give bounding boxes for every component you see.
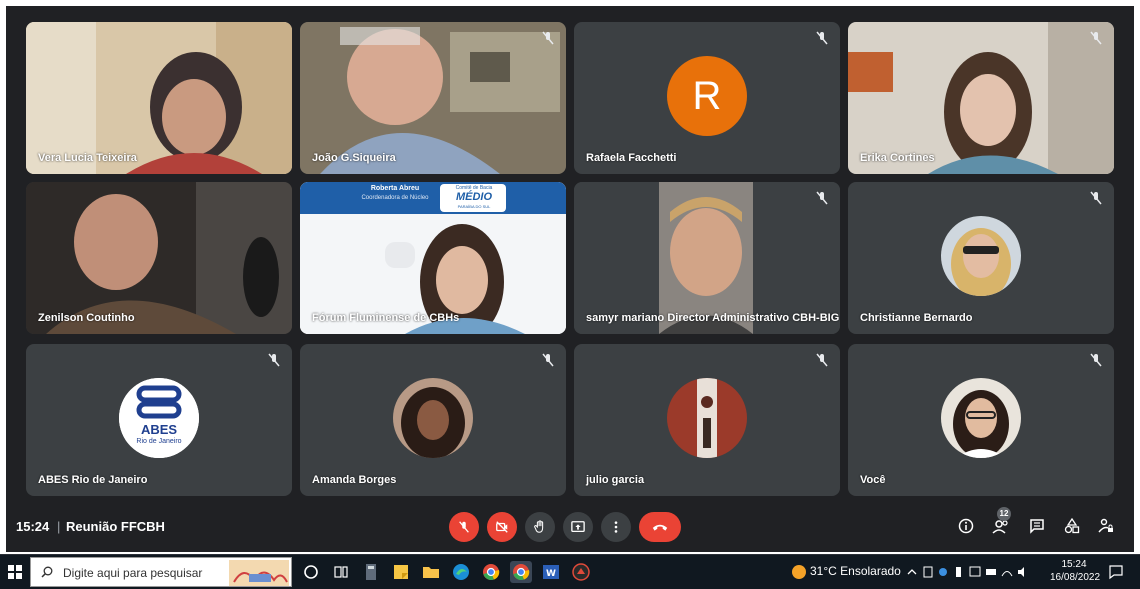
participant-tile[interactable]: Amanda Borges: [300, 344, 566, 496]
search-icon: [41, 566, 53, 578]
participant-name: Amanda Borges: [312, 474, 397, 486]
host-controls-button[interactable]: [1095, 515, 1117, 537]
abes-logo-sub: Rio de Janeiro: [136, 438, 182, 445]
weather-sun-icon: [792, 565, 806, 579]
meeting-time: 15:24: [16, 519, 50, 534]
meeting-controls-bar: 15:24 | Reunião FFCBH 12: [6, 502, 1134, 552]
participant-name: Erika Cortines: [860, 152, 935, 164]
avatar: [941, 216, 1021, 296]
chat-icon: [1030, 519, 1044, 534]
slide-presenter-role: Coordenadora de Núcleo: [361, 195, 429, 201]
search-placeholder: Digite aqui para pesquisar: [63, 566, 203, 580]
hang-up-icon: [652, 524, 668, 531]
participant-name: Zenilson Coutinho: [38, 312, 135, 324]
notification-icon[interactable]: [1108, 564, 1124, 580]
activities-button[interactable]: [1061, 515, 1083, 537]
mic-off-icon: [816, 31, 828, 45]
svg-text:W: W: [546, 569, 556, 579]
slide-presenter-name: Roberta Abreu: [370, 185, 420, 192]
participant-tile[interactable]: Roberta Abreu Coordenadora de Núcleo Com…: [300, 182, 566, 334]
leave-call-button[interactable]: [639, 512, 681, 542]
participant-tile[interactable]: julio garcia: [574, 344, 840, 496]
present-icon: [571, 521, 585, 533]
chrome-browser-icon[interactable]: [480, 561, 502, 583]
sticky-notes-icon[interactable]: [390, 561, 412, 583]
mic-toggle-button[interactable]: [449, 512, 479, 542]
mic-off-icon: [542, 353, 554, 367]
participant-name: João G.Siqueira: [312, 152, 396, 164]
app-icon[interactable]: [570, 561, 592, 583]
mic-off-icon: [1090, 31, 1102, 45]
participant-name: Christianne Bernardo: [860, 312, 973, 324]
hand-icon: [534, 520, 544, 533]
participant-tile[interactable]: João G.Siqueira: [300, 22, 566, 174]
file-explorer-icon[interactable]: [420, 561, 442, 583]
clock-date: 16/08/2022: [1050, 572, 1101, 583]
mic-off-icon: [1090, 353, 1102, 367]
more-vert-icon: [614, 521, 618, 533]
people-button[interactable]: 12: [990, 507, 1012, 537]
avatar: [667, 378, 747, 458]
mic-off-icon: [1090, 191, 1102, 205]
participant-name: Vera Lucia Teixeira: [38, 152, 137, 164]
participant-tile[interactable]: Vera Lucia Teixeira: [26, 22, 292, 174]
windows-taskbar: Digite aqui para pesquisar W 31°C Ensola…: [0, 554, 1140, 589]
participant-tile[interactable]: Você: [848, 344, 1114, 496]
edge-browser-icon[interactable]: [450, 561, 472, 583]
present-screen-button[interactable]: [563, 512, 593, 542]
raise-hand-button[interactable]: [525, 512, 555, 542]
taskbar-clock[interactable]: 15:24 16/08/2022: [1050, 558, 1101, 584]
participant-tile[interactable]: samyr mariano Director Administrativo CB…: [574, 182, 840, 334]
chevron-up-icon[interactable]: [906, 566, 918, 578]
mic-off-icon: [268, 353, 280, 367]
windows-start-icon[interactable]: [8, 565, 22, 579]
clock-time: 15:24: [1061, 559, 1087, 570]
separator: |: [57, 519, 61, 534]
mic-off-icon: [542, 31, 554, 45]
avatar: [393, 378, 473, 458]
info-icon: [958, 518, 974, 534]
meet-window: Vera Lucia Teixeira João G.Siqueira R Ra…: [6, 6, 1134, 552]
weather-text[interactable]: 31°C Ensolarado: [810, 564, 901, 578]
task-view-icon[interactable]: [330, 561, 352, 583]
participant-tile[interactable]: R Rafaela Facchetti: [574, 22, 840, 174]
avatar: R: [667, 56, 747, 136]
abes-logo-text: ABES: [140, 422, 178, 437]
abes-logo: ABES Rio de Janeiro: [119, 378, 199, 458]
mic-off-icon: [459, 521, 469, 533]
chat-button[interactable]: [1026, 515, 1048, 537]
calculator-icon[interactable]: [360, 561, 382, 583]
participant-name: Fórum Fluminense de CBHs: [312, 312, 460, 324]
participant-name: samyr mariano Director Administrativo CB…: [586, 312, 840, 324]
search-highlight-image: [229, 560, 289, 586]
mic-off-icon: [816, 353, 828, 367]
meeting-name: Reunião FFCBH: [66, 519, 165, 534]
participant-name: julio garcia: [586, 474, 645, 486]
participant-name: Rafaela Facchetti: [586, 152, 677, 164]
participant-tile[interactable]: Zenilson Coutinho: [26, 182, 292, 334]
participant-name: Você: [860, 474, 886, 486]
lock-person-icon: [1098, 518, 1113, 533]
camera-off-icon: [496, 521, 508, 533]
participant-tile[interactable]: Christianne Bernardo: [848, 182, 1114, 334]
participant-name: ABES Rio de Janeiro: [38, 474, 148, 486]
camera-toggle-button[interactable]: [487, 512, 517, 542]
system-tray-icons[interactable]: [922, 565, 1034, 579]
shapes-icon: [1064, 518, 1080, 534]
meeting-details-button[interactable]: [955, 515, 977, 537]
participant-tile[interactable]: Erika Cortines: [848, 22, 1114, 174]
chrome-active-icon[interactable]: [510, 561, 532, 583]
more-options-button[interactable]: [601, 512, 631, 542]
participant-tile[interactable]: ABES Rio de Janeiro ABES Rio de Janeiro: [26, 344, 292, 496]
mic-off-icon: [816, 191, 828, 205]
cortana-icon[interactable]: [300, 561, 322, 583]
word-icon[interactable]: W: [540, 561, 562, 583]
participant-count-badge: 12: [997, 507, 1011, 521]
avatar: [941, 378, 1021, 458]
slide-logo-sub: PARAÍBA DO SUL: [457, 204, 491, 209]
taskbar-search-input[interactable]: Digite aqui para pesquisar: [30, 557, 292, 587]
slide-logo: MÉDIO: [455, 191, 493, 203]
